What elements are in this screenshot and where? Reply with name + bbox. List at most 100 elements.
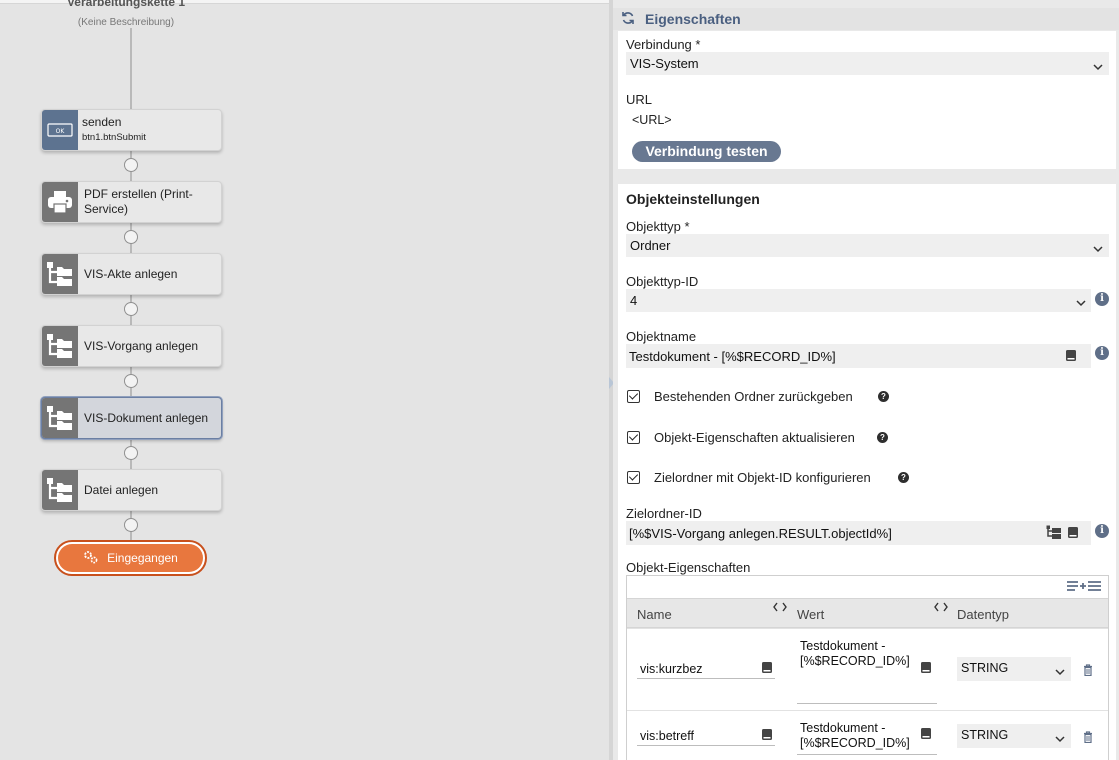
checkbox-checked-icon[interactable]	[627, 431, 640, 444]
object-settings-card: Objekteinstellungen Objekttyp * Ordner O…	[618, 184, 1116, 760]
datatype-select[interactable]: STRING	[957, 724, 1071, 748]
node-title: Datei anlegen	[84, 482, 159, 497]
flow-connector[interactable]	[124, 446, 138, 460]
object-type-select[interactable]: Ordner	[626, 234, 1109, 257]
checkbox-checked-icon[interactable]	[627, 471, 640, 484]
connection-label: Verbindung *	[626, 37, 701, 52]
target-folder-id-value: [%$VIS-Vorgang anlegen.RESULT.objectId%]	[629, 526, 892, 541]
chain-title: Verarbeitungskette 1	[66, 0, 186, 9]
object-type-label: Objekttyp *	[626, 219, 690, 234]
object-type-id-label: Objekttyp-ID	[626, 274, 699, 289]
flow-connector[interactable]	[124, 158, 138, 172]
property-value-input[interactable]: Testdokument - [%$RECORD_ID%]	[797, 639, 937, 704]
url-value: <URL>	[632, 113, 672, 127]
node-vis-dokument-anlegen[interactable]: VIS-Dokument anlegen	[41, 397, 222, 439]
table-header: Name Wert Datentyp	[627, 598, 1108, 628]
flow-connector[interactable]	[124, 374, 138, 388]
property-value-line: Testdokument -	[800, 721, 886, 735]
node-vis-akte-anlegen[interactable]: VIS-Akte anlegen	[41, 253, 222, 295]
column-header-datentyp: Datentyp	[957, 607, 1010, 622]
folder-tree-icon	[42, 470, 78, 510]
book-icon[interactable]	[761, 661, 773, 679]
node-vis-vorgang-anlegen[interactable]: VIS-Vorgang anlegen	[41, 325, 222, 367]
object-settings-heading: Objekteinstellungen	[626, 191, 760, 207]
code-toggle-icon[interactable]	[773, 600, 787, 615]
event-eingegangen[interactable]: Eingegangen	[54, 540, 207, 576]
chevron-down-icon	[1076, 295, 1086, 310]
object-properties-table: Name Wert Datentyp vis:kurzbez Testdokum…	[626, 575, 1109, 760]
help-icon[interactable]: ?	[877, 432, 888, 443]
book-icon[interactable]	[1067, 526, 1079, 544]
trash-icon[interactable]	[1083, 730, 1093, 748]
url-label: URL	[626, 92, 653, 107]
node-pdf-erstellen[interactable]: PDF erstellen (Print-Service)	[41, 181, 222, 223]
table-row: vis:kurzbez Testdokument - [%$RECORD_ID%…	[627, 628, 1108, 710]
property-value-line: [%$RECORD_ID%]	[800, 736, 910, 750]
flow-connector[interactable]	[124, 302, 138, 316]
datatype-value: STRING	[961, 728, 1009, 742]
table-row: vis:betreff Testdokument - [%$RECORD_ID%…	[627, 710, 1108, 760]
process-canvas[interactable]: Verarbeitungskette 1 (Keine Beschreibung…	[0, 0, 609, 760]
connection-card: Verbindung * VIS-System URL <URL> Verbin…	[618, 31, 1116, 169]
book-icon[interactable]	[920, 727, 932, 745]
node-label: senden btn1.btnSubmit	[78, 115, 146, 145]
book-icon[interactable]	[920, 661, 932, 679]
book-icon[interactable]	[761, 728, 773, 746]
datatype-value: STRING	[961, 661, 1009, 675]
panel-header: Eigenschaften	[613, 8, 1119, 30]
connection-select[interactable]: VIS-System	[626, 52, 1109, 75]
checkbox-label: Bestehenden Ordner zurückgeben	[654, 389, 853, 404]
object-name-value: Testdokument - [%$RECORD_ID%]	[629, 349, 836, 364]
object-type-id-select[interactable]: 4	[626, 289, 1091, 312]
node-title: VIS-Dokument anlegen	[84, 410, 209, 425]
chevron-down-icon	[1093, 59, 1103, 74]
property-name-value: vis:betreff	[640, 729, 694, 743]
property-name-input[interactable]: vis:kurzbez	[637, 659, 775, 679]
panel-title: Eigenschaften	[645, 11, 741, 27]
checkbox-checked-icon[interactable]	[627, 390, 640, 403]
checkbox-update-object-properties[interactable]: Objekt-Eigenschaften aktualisieren	[627, 430, 855, 445]
node-title: VIS-Vorgang anlegen	[84, 338, 199, 353]
flow-line	[130, 28, 132, 110]
property-name-input[interactable]: vis:betreff	[637, 726, 775, 746]
property-value-input[interactable]: Testdokument - [%$RECORD_ID%]	[797, 721, 937, 755]
folder-tree-icon	[42, 398, 78, 438]
node-senden[interactable]: OK senden btn1.btnSubmit	[41, 109, 222, 151]
chevron-down-icon	[1055, 665, 1065, 679]
test-connection-button[interactable]: Verbindung testen	[632, 141, 781, 162]
flow-connector[interactable]	[124, 518, 138, 532]
properties-panel: Eigenschaften Verbindung * VIS-System UR…	[613, 0, 1119, 760]
trash-icon[interactable]	[1083, 663, 1093, 681]
event-label: Eingegangen	[107, 551, 178, 565]
checkbox-configure-target-folder[interactable]: Zielordner mit Objekt-ID konfigurieren	[627, 470, 871, 485]
help-icon[interactable]: ?	[898, 472, 909, 483]
svg-text:OK: OK	[56, 128, 66, 135]
target-folder-id-input[interactable]: [%$VIS-Vorgang anlegen.RESULT.objectId%]	[626, 521, 1091, 545]
node-title: VIS-Akte anlegen	[84, 266, 178, 281]
code-toggle-icon[interactable]	[934, 600, 948, 615]
object-name-input[interactable]: Testdokument - [%$RECORD_ID%]	[626, 344, 1091, 368]
printer-icon	[42, 182, 78, 222]
property-name-value: vis:kurzbez	[640, 662, 703, 676]
book-icon[interactable]	[1065, 349, 1077, 367]
datatype-select[interactable]: STRING	[957, 657, 1071, 681]
folder-tree-icon[interactable]	[1046, 525, 1062, 544]
info-icon[interactable]: i	[1095, 524, 1109, 538]
chevron-down-icon	[1093, 241, 1103, 256]
checkbox-return-existing-folder[interactable]: Bestehenden Ordner zurückgeben	[627, 389, 853, 404]
info-icon[interactable]: i	[1095, 292, 1109, 306]
object-type-id-value: 4	[630, 293, 638, 308]
checkbox-label: Objekt-Eigenschaften aktualisieren	[654, 430, 855, 445]
folder-tree-icon	[42, 254, 78, 294]
flow-connector[interactable]	[124, 230, 138, 244]
info-icon[interactable]: i	[1095, 346, 1109, 360]
node-title: PDF erstellen (Print-Service)	[84, 187, 193, 216]
object-name-label: Objektname	[626, 329, 697, 344]
help-icon[interactable]: ?	[878, 391, 889, 402]
node-datei-anlegen[interactable]: Datei anlegen	[41, 469, 222, 511]
add-row-icon[interactable]	[1066, 579, 1102, 598]
chevron-down-icon	[1055, 732, 1065, 746]
refresh-icon[interactable]	[621, 11, 635, 28]
connection-value: VIS-System	[630, 56, 699, 71]
gears-icon	[83, 549, 99, 568]
